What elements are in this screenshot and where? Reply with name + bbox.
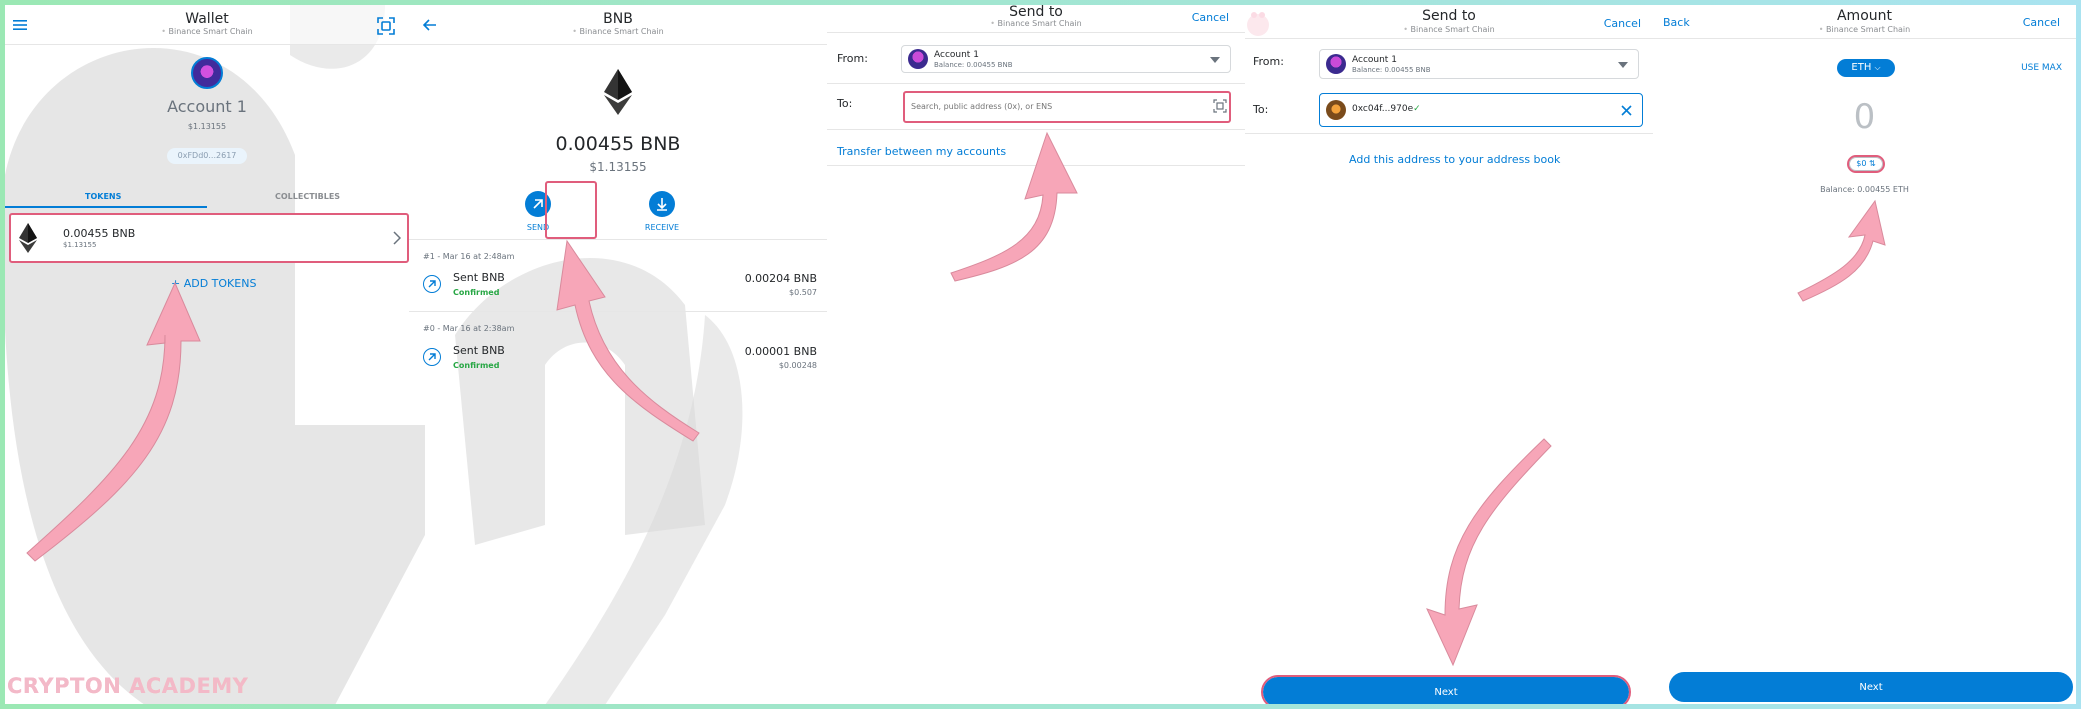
send-highlight	[545, 181, 597, 239]
from-account-select[interactable]: Account 1 Balance: 0.00455 BNB	[1319, 49, 1639, 79]
tx-date: #1 - Mar 16 at 2:48am	[423, 252, 515, 261]
from-label: From:	[1253, 55, 1284, 68]
transaction-row[interactable]: #1 - Mar 16 at 2:48am Sent BNB Confirmed…	[409, 245, 827, 311]
next-button[interactable]: Next	[1669, 672, 2073, 702]
recipient-address-field[interactable]: 0xc04f...970e✓	[1319, 93, 1643, 127]
next-highlight	[1261, 675, 1631, 704]
tab-tokens[interactable]: TOKENS	[85, 192, 121, 201]
available-balance: Balance: 0.00455 ETH	[1820, 185, 1909, 194]
send-to-topbar: Send to Binance Smart Chain Cancel	[827, 5, 1245, 33]
asset-fiat: $1.13155	[589, 160, 647, 174]
account-fiat-balance: $1.13155	[187, 122, 227, 131]
page-title: Amount	[1836, 8, 1892, 24]
amount-panel: Back Amount Binance Smart Chain Cancel E…	[1653, 5, 2076, 704]
asset-panel: BNB Binance Smart Chain 0.00455 BNB $1.1…	[409, 5, 827, 704]
chevron-down-icon: ⌵	[1874, 63, 1881, 72]
scan-icon[interactable]	[377, 17, 395, 35]
add-tokens-button[interactable]: + ADD TOKENS	[171, 277, 256, 290]
fiat-toggle-highlight	[1847, 155, 1885, 173]
cancel-button[interactable]: Cancel	[2023, 16, 2060, 29]
from-label: From:	[837, 52, 868, 65]
eth-logo-icon	[604, 69, 632, 115]
recipient-address-text: 0xc04f...970e	[1352, 104, 1414, 114]
to-label: To:	[1253, 103, 1269, 116]
cancel-button[interactable]: Cancel	[1192, 11, 1229, 24]
divider	[409, 239, 827, 240]
send-to-panel: Send to Binance Smart Chain Cancel From:…	[827, 5, 1245, 704]
divider	[827, 83, 1245, 84]
from-account-select[interactable]: Account 1 Balance: 0.00455 BNB	[901, 45, 1231, 73]
divider	[1245, 133, 1653, 134]
divider	[827, 129, 1245, 130]
page-title: Wallet	[185, 11, 229, 27]
tx-amount: 0.00001 BNB	[744, 345, 817, 358]
page-title: BNB	[603, 11, 633, 27]
close-icon[interactable]	[1621, 105, 1632, 116]
receive-label: RECEIVE	[644, 223, 680, 232]
amount-value[interactable]: 0	[1653, 97, 2076, 137]
divider	[827, 165, 1245, 166]
wallet-panel: Wallet Binance Smart Chain Account 1 $1.…	[5, 5, 409, 704]
from-account-balance: Balance: 0.00455 BNB	[1352, 66, 1431, 74]
network-label: Binance Smart Chain	[1245, 25, 1653, 34]
receive-button[interactable]: RECEIVE	[637, 187, 687, 237]
cancel-button[interactable]: Cancel	[1604, 17, 1641, 30]
amount-topbar: Back Amount Binance Smart Chain Cancel	[1653, 5, 2076, 39]
token-row-highlight	[9, 213, 409, 263]
avatar	[1326, 54, 1346, 74]
from-account-balance: Balance: 0.00455 BNB	[934, 61, 1013, 69]
transfer-between-accounts-link[interactable]: Transfer between my accounts	[837, 145, 1006, 158]
recipient-address: 0xc04f...970e✓	[1352, 104, 1421, 114]
tx-status: Confirmed	[453, 288, 500, 297]
network-label: Binance Smart Chain	[5, 27, 409, 36]
add-to-address-book-link[interactable]: Add this address to your address book	[1349, 153, 1560, 166]
tx-amount: 0.00204 BNB	[744, 272, 817, 285]
asset-selector[interactable]: ETH ⌵	[1837, 59, 1895, 77]
network-label: Binance Smart Chain	[409, 27, 827, 36]
tx-date: #0 - Mar 16 at 2:38am	[423, 324, 515, 333]
tab-indicator	[5, 206, 207, 208]
sent-tx-icon	[423, 348, 441, 366]
from-account-name: Account 1	[934, 50, 979, 60]
account-name[interactable]: Account 1	[5, 97, 409, 116]
receive-icon	[649, 191, 675, 217]
avatar	[908, 49, 928, 69]
wallet-topbar: Wallet Binance Smart Chain	[5, 5, 409, 45]
chevron-down-icon	[1618, 62, 1628, 68]
tx-fiat: $0.507	[789, 288, 817, 297]
asset-balance: 0.00455 BNB	[555, 133, 681, 155]
asset-topbar: BNB Binance Smart Chain	[409, 5, 827, 45]
from-account-name: Account 1	[1352, 55, 1397, 65]
transaction-row[interactable]: #0 - Mar 16 at 2:38am Sent BNB Confirmed…	[409, 317, 827, 383]
send-to-confirm-panel: Send to Binance Smart Chain Cancel From:…	[1245, 5, 1653, 704]
use-max-button[interactable]: USE MAX	[2021, 63, 2062, 73]
network-label: Binance Smart Chain	[1653, 25, 2076, 34]
tx-title: Sent BNB	[453, 271, 505, 284]
tab-collectibles[interactable]: COLLECTIBLES	[275, 192, 340, 201]
divider	[409, 311, 827, 312]
plus-icon: +	[171, 277, 184, 290]
to-field-highlight	[903, 91, 1231, 123]
page-title: Send to	[1009, 5, 1063, 20]
avatar[interactable]	[191, 57, 223, 89]
screenshot-frame: Wallet Binance Smart Chain Account 1 $1.…	[5, 5, 2076, 704]
tx-status: Confirmed	[453, 361, 500, 370]
sent-tx-icon	[423, 275, 441, 293]
tx-fiat: $0.00248	[778, 361, 817, 370]
chevron-down-icon	[1210, 57, 1220, 63]
send-to-topbar: Send to Binance Smart Chain Cancel	[1245, 5, 1653, 39]
network-label: Binance Smart Chain	[827, 19, 1245, 28]
page-title: Send to	[1422, 8, 1476, 24]
tx-title: Sent BNB	[453, 344, 505, 357]
to-label: To:	[837, 97, 853, 110]
check-icon: ✓	[1413, 104, 1421, 114]
brand-watermark: CRYPTON ACADEMY	[7, 674, 249, 698]
asset-selector-label: ETH	[1851, 62, 1872, 73]
recipient-avatar	[1326, 100, 1346, 120]
address-pill[interactable]: 0xFDd0...2617	[167, 148, 247, 164]
add-tokens-label: ADD TOKENS	[183, 277, 257, 290]
